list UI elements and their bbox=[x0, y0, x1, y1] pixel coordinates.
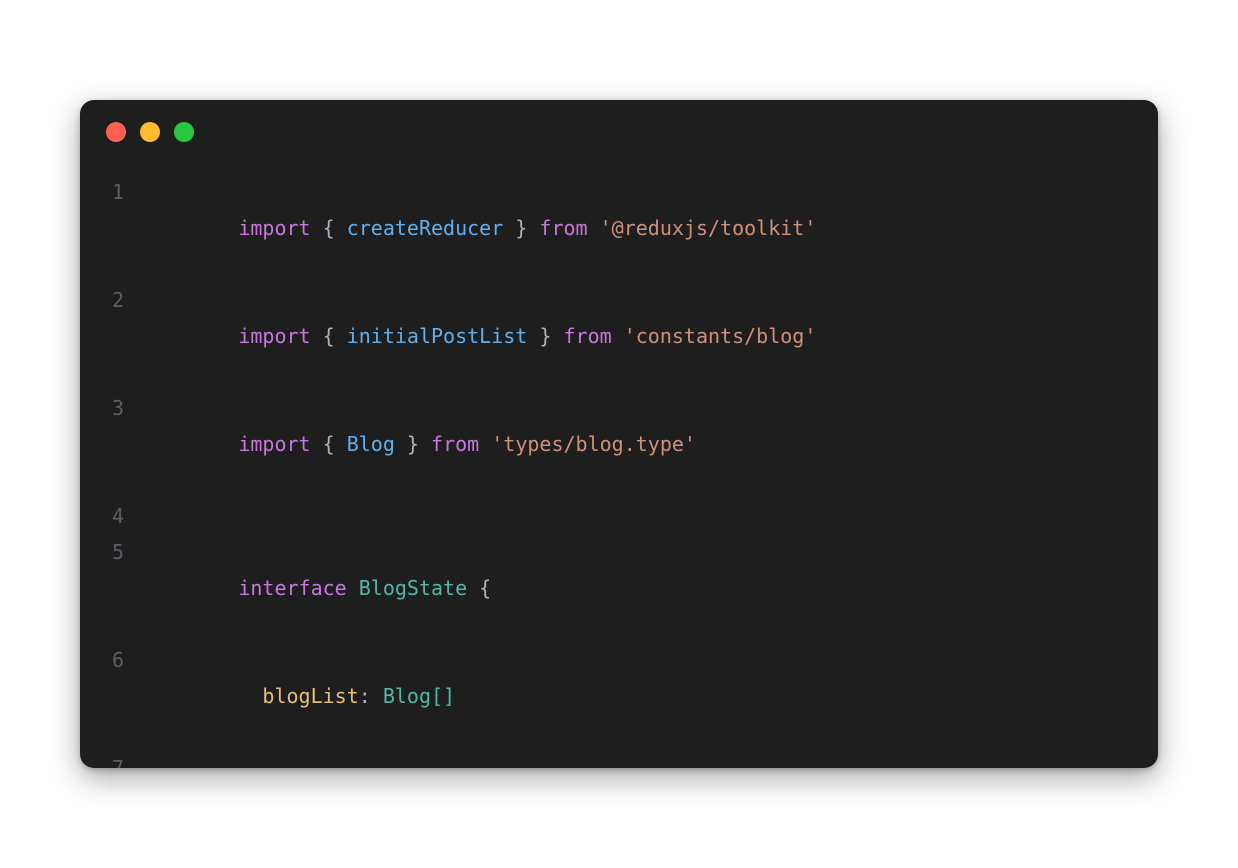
line-number: 7 bbox=[80, 750, 142, 768]
tok-brace-open: { bbox=[323, 432, 347, 456]
tok-from: from bbox=[431, 432, 479, 456]
editor-window: 1 import { createReducer } from '@reduxj… bbox=[80, 100, 1158, 768]
tok-string: 'types/blog.type' bbox=[491, 432, 696, 456]
tok-space bbox=[311, 216, 323, 240]
line-number: 3 bbox=[80, 390, 142, 426]
line-number: 4 bbox=[80, 498, 142, 534]
line-number: 1 bbox=[80, 174, 142, 210]
tok-space bbox=[527, 216, 539, 240]
tok-space bbox=[467, 576, 479, 600]
code-content: interface BlogState { bbox=[142, 534, 1158, 642]
traffic-light-minimize-icon[interactable] bbox=[140, 122, 160, 142]
code-content: import { initialPostList } from 'constan… bbox=[142, 282, 1158, 390]
code-line: 7 } bbox=[80, 750, 1158, 768]
tok-createReducer: createReducer bbox=[347, 216, 504, 240]
code-content: import { createReducer } from '@reduxjs/… bbox=[142, 174, 1158, 282]
tok-space bbox=[612, 324, 624, 348]
tok-space bbox=[311, 324, 323, 348]
code-editor[interactable]: 1 import { createReducer } from '@reduxj… bbox=[80, 164, 1158, 768]
tok-string: '@reduxjs/toolkit' bbox=[600, 216, 817, 240]
tok-brace-close: } bbox=[527, 324, 551, 348]
tok-blogList: blogList bbox=[262, 684, 358, 708]
tok-from: from bbox=[539, 216, 587, 240]
code-line: 3 import { Blog } from 'types/blog.type' bbox=[80, 390, 1158, 498]
tok-brace-open: { bbox=[323, 216, 347, 240]
line-number: 6 bbox=[80, 642, 142, 678]
tok-brace-open: { bbox=[479, 576, 491, 600]
traffic-light-zoom-icon[interactable] bbox=[174, 122, 194, 142]
tok-space bbox=[588, 216, 600, 240]
tok-brace-close: } bbox=[395, 432, 419, 456]
tok-string: 'constants/blog' bbox=[624, 324, 817, 348]
code-line: 4 bbox=[80, 498, 1158, 534]
tok-interface: interface bbox=[238, 576, 346, 600]
tok-space bbox=[311, 432, 323, 456]
tok-from: from bbox=[563, 324, 611, 348]
code-line: 2 import { initialPostList } from 'const… bbox=[80, 282, 1158, 390]
tok-space bbox=[479, 432, 491, 456]
tok-space bbox=[551, 324, 563, 348]
tok-import: import bbox=[238, 324, 310, 348]
code-content: import { Blog } from 'types/blog.type' bbox=[142, 390, 1158, 498]
window-titlebar bbox=[80, 100, 1158, 164]
code-content: blogList: Blog[] bbox=[142, 642, 1158, 750]
tok-colon: : bbox=[359, 684, 383, 708]
line-number: 2 bbox=[80, 282, 142, 318]
tok-space bbox=[419, 432, 431, 456]
tok-BlogState: BlogState bbox=[359, 576, 467, 600]
tok-import: import bbox=[238, 432, 310, 456]
tok-import: import bbox=[238, 216, 310, 240]
traffic-light-close-icon[interactable] bbox=[106, 122, 126, 142]
tok-Blog-array: Blog[] bbox=[383, 684, 455, 708]
code-line: 6 blogList: Blog[] bbox=[80, 642, 1158, 750]
tok-indent bbox=[238, 684, 262, 708]
tok-space bbox=[347, 576, 359, 600]
code-content: } bbox=[142, 750, 1158, 768]
tok-brace-close: } bbox=[503, 216, 527, 240]
tok-Blog: Blog bbox=[347, 432, 395, 456]
line-number: 5 bbox=[80, 534, 142, 570]
code-line: 1 import { createReducer } from '@reduxj… bbox=[80, 174, 1158, 282]
code-line: 5 interface BlogState { bbox=[80, 534, 1158, 642]
tok-initialPostList: initialPostList bbox=[347, 324, 528, 348]
tok-brace-open: { bbox=[323, 324, 347, 348]
